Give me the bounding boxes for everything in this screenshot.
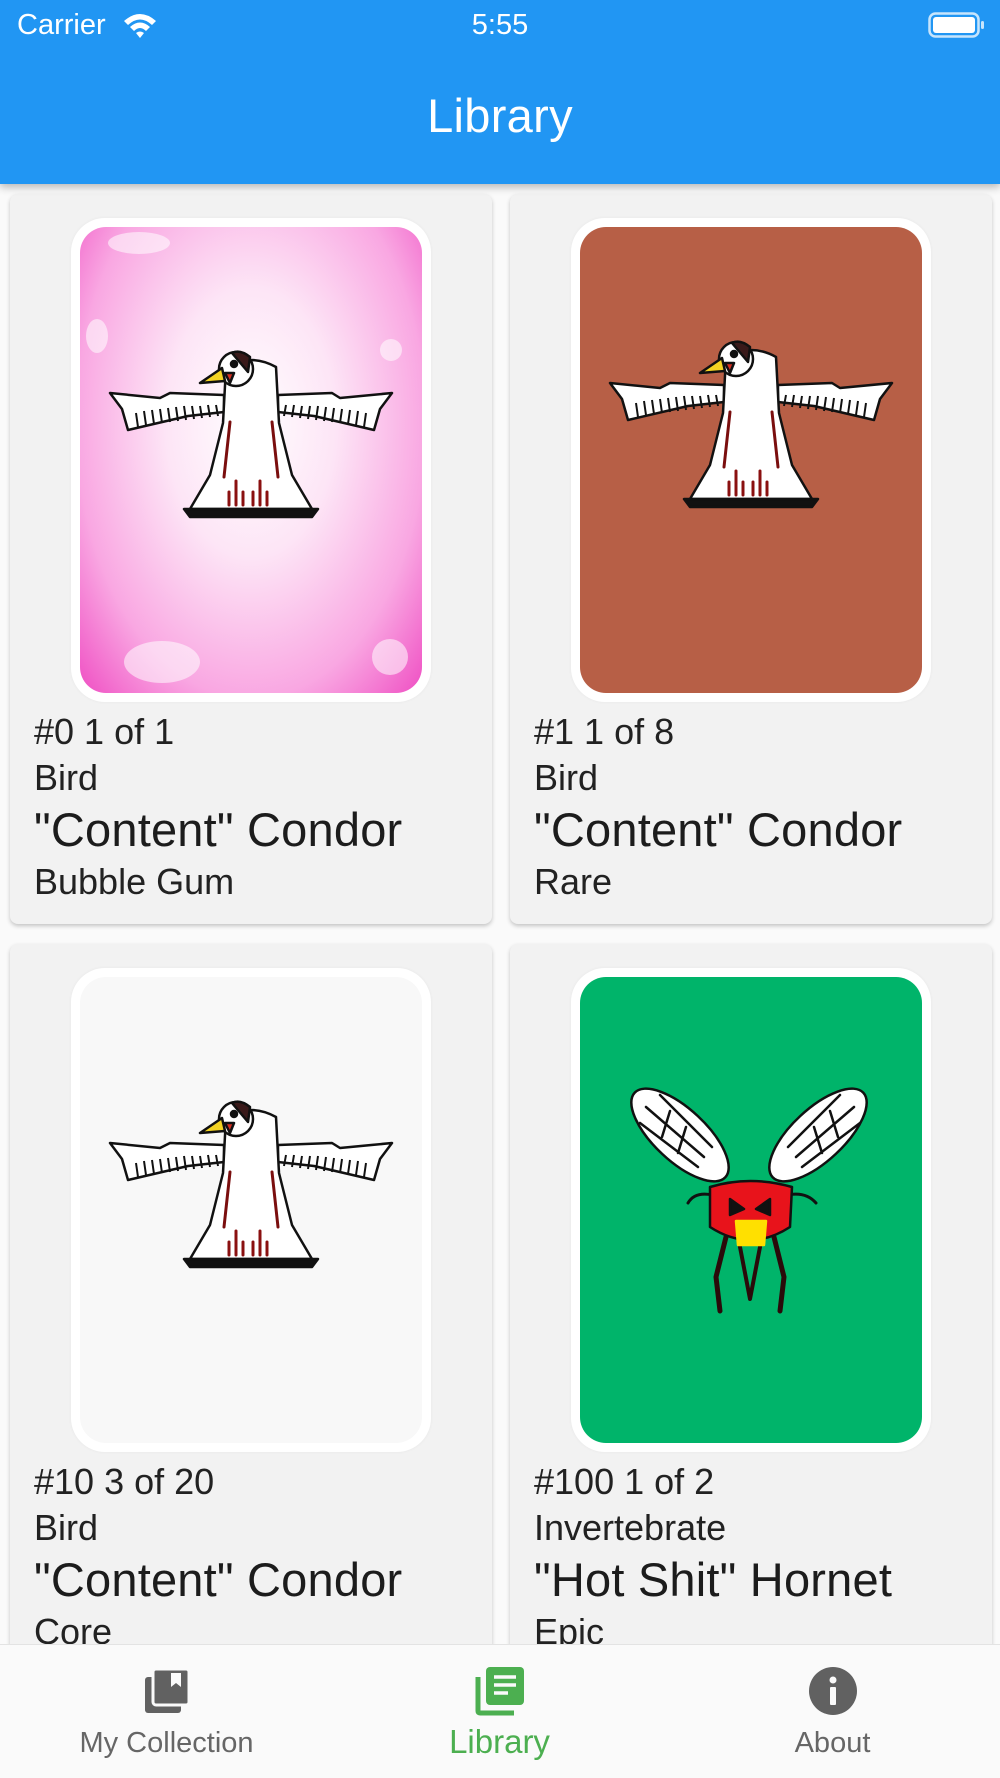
nav-tab-about[interactable]: About: [666, 1645, 999, 1778]
card-tile[interactable]: #1 1 of 8 Bird "Content" Condor Rare: [510, 194, 992, 924]
library-icon: [475, 1667, 524, 1716]
nav-label: My Collection: [79, 1727, 254, 1759]
card-number: #100 1 of 2: [534, 1461, 715, 1502]
nav-tab-library[interactable]: Library: [333, 1645, 666, 1778]
condor-icon: [80, 977, 422, 1443]
card-meta: #100 1 of 2 Invertebrate: [534, 1459, 726, 1551]
card-variant: Rare: [534, 861, 613, 902]
card-art: [80, 227, 422, 693]
hornet-icon: [580, 977, 922, 1443]
card-variant: Core: [34, 1611, 113, 1644]
card-category: Bird: [34, 1507, 99, 1548]
library-grid[interactable]: #0 1 of 1 Bird "Content" Condor Bubble G…: [0, 184, 1000, 1644]
card-number: #1 1 of 8: [534, 711, 675, 752]
card-art: [80, 977, 422, 1443]
card-number: #0 1 of 1: [34, 711, 175, 752]
info-icon: [808, 1667, 857, 1715]
condor-icon: [80, 227, 422, 693]
card-number: #10 3 of 20: [34, 1461, 215, 1502]
card-tile[interactable]: #100 1 of 2 Invertebrate "Hot Shit" Horn…: [510, 944, 992, 1644]
card-meta: #10 3 of 20 Bird: [34, 1459, 214, 1551]
card-name: "Hot Shit" Hornet: [534, 1553, 893, 1606]
nav-tab-my-collection[interactable]: My Collection: [0, 1645, 333, 1778]
nav-label: About: [794, 1727, 871, 1759]
card-variant: Epic: [534, 1611, 605, 1644]
card-name: "Content" Condor: [534, 803, 903, 856]
card-art-frame: [571, 218, 931, 702]
card-name: "Content" Condor: [34, 1553, 403, 1606]
card-name: "Content" Condor: [34, 803, 403, 856]
card-meta: #0 1 of 1 Bird: [34, 709, 174, 801]
nav-label: Library: [449, 1723, 550, 1760]
card-meta: #1 1 of 8 Bird: [534, 709, 674, 801]
condor-icon: [580, 227, 922, 683]
page-title: Library: [427, 89, 573, 142]
card-category: Invertebrate: [534, 1507, 727, 1548]
card-art: [580, 977, 922, 1443]
collection-icon: [144, 1667, 190, 1713]
app-bar: Carrier 5:55 Library: [0, 0, 1000, 184]
status-time: 5:55: [471, 9, 529, 41]
status-bar: Carrier 5:55: [0, 0, 1000, 50]
card-art-frame: [71, 218, 431, 702]
card-art-frame: [71, 968, 431, 1452]
card-variant: Bubble Gum: [34, 861, 235, 902]
card-category: Bird: [34, 757, 99, 798]
bottom-navigation: My Collection Library About: [0, 1644, 1000, 1778]
card-tile[interactable]: #0 1 of 1 Bird "Content" Condor Bubble G…: [10, 194, 492, 924]
card-art: [580, 227, 922, 693]
card-tile[interactable]: #10 3 of 20 Bird "Content" Condor Core: [10, 944, 492, 1644]
card-category: Bird: [534, 757, 599, 798]
battery-icon: [928, 12, 984, 38]
card-art-frame: [571, 968, 931, 1452]
